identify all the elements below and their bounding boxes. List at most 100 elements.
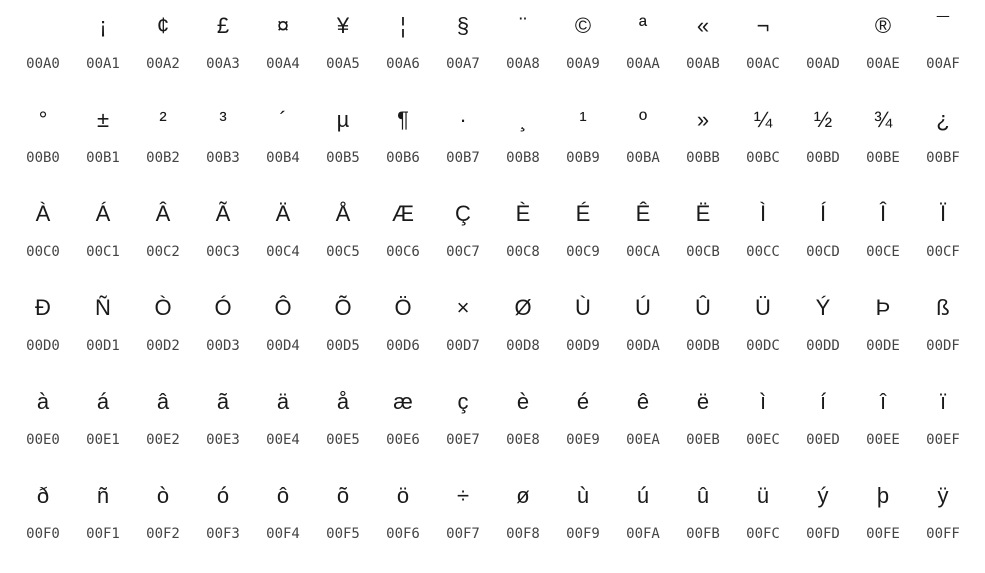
character-cell[interactable]: À 00C0	[13, 188, 73, 282]
character-cell[interactable]: Ù 00D9	[553, 282, 613, 376]
character-cell[interactable]: ã 00E3	[193, 376, 253, 470]
character-cell[interactable]: ü 00FC	[733, 470, 793, 564]
character-cell[interactable]: · 00B7	[433, 94, 493, 188]
character-cell[interactable]: £00A3	[193, 0, 253, 94]
character-cell[interactable]: è 00E8	[493, 376, 553, 470]
character-cell[interactable]: ¦ 00A6	[373, 0, 433, 94]
character-cell[interactable]: ÷ 00F7	[433, 470, 493, 564]
character-cell[interactable]: ª 00AA	[613, 0, 673, 94]
character-cell[interactable]: ë 00EB	[673, 376, 733, 470]
character-cell[interactable]: ´ 00B4	[253, 94, 313, 188]
character-cell[interactable]: õ 00F5	[313, 470, 373, 564]
character-cell[interactable]: Ð 00D0	[13, 282, 73, 376]
character-cell[interactable]: Ú 00DA	[613, 282, 673, 376]
character-cell[interactable]: Ç 00C7	[433, 188, 493, 282]
character-glyph: Á	[95, 201, 111, 226]
character-cell[interactable]: ð 00F0	[13, 470, 73, 564]
character-cell[interactable]: ó 00F3	[193, 470, 253, 564]
character-cell[interactable]: ô 00F4	[253, 470, 313, 564]
character-cell[interactable]: î 00EE	[853, 376, 913, 470]
character-cell[interactable]: Ì 00CC	[733, 188, 793, 282]
character-cell[interactable]: Ñ 00D1	[73, 282, 133, 376]
character-cell[interactable]: Ò 00D2	[133, 282, 193, 376]
character-cell[interactable]: ¥00A5	[313, 0, 373, 94]
character-cell[interactable]: Ä 00C4	[253, 188, 313, 282]
character-cell[interactable]: ¼ 00BC	[733, 94, 793, 188]
character-cell[interactable]: ° 00B0	[13, 94, 73, 188]
character-cell[interactable]: È 00C8	[493, 188, 553, 282]
character-cell[interactable]: Ï 00CF	[913, 188, 973, 282]
character-cell[interactable]: ò 00F2	[133, 470, 193, 564]
character-cell[interactable]: µ 00B5	[313, 94, 373, 188]
character-cell[interactable]: ñ 00F1	[73, 470, 133, 564]
character-cell[interactable]: ì 00EC	[733, 376, 793, 470]
character-cell[interactable]: Å 00C5	[313, 188, 373, 282]
character-cell[interactable]: É 00C9	[553, 188, 613, 282]
character-cell[interactable]: ¬ 00AC	[733, 0, 793, 94]
character-cell[interactable]: Ý 00DD	[793, 282, 853, 376]
character-cell[interactable]: Ö 00D6	[373, 282, 433, 376]
character-cell[interactable]: © 00A9	[553, 0, 613, 94]
character-cell[interactable]: Õ 00D5	[313, 282, 373, 376]
character-cell[interactable]: Þ 00DE	[853, 282, 913, 376]
character-cell[interactable]: Â 00C2	[133, 188, 193, 282]
character-cell[interactable]: ö 00F6	[373, 470, 433, 564]
character-cell[interactable]: ¯ 00AF	[913, 0, 973, 94]
character-cell[interactable]: ½ 00BD	[793, 94, 853, 188]
character-cell[interactable]: 00A0	[13, 0, 73, 94]
character-cell[interactable]: ÿ 00FF	[913, 470, 973, 564]
character-cell[interactable]: â 00E2	[133, 376, 193, 470]
character-cell[interactable]: ³ 00B3	[193, 94, 253, 188]
character-cell[interactable]: Ô 00D4	[253, 282, 313, 376]
character-cell[interactable]: ¹ 00B9	[553, 94, 613, 188]
character-cell[interactable]: Ë 00CB	[673, 188, 733, 282]
character-cell[interactable]: ç 00E7	[433, 376, 493, 470]
character-cell[interactable]: Í 00CD	[793, 188, 853, 282]
character-cell[interactable]: í 00ED	[793, 376, 853, 470]
character-cell[interactable]: æ 00E6	[373, 376, 433, 470]
character-cell[interactable]: 00AD	[793, 0, 853, 94]
character-cell[interactable]: ê 00EA	[613, 376, 673, 470]
character-cell[interactable]: ¿ 00BF	[913, 94, 973, 188]
character-cell[interactable]: ù 00F9	[553, 470, 613, 564]
character-cell[interactable]: û 00FB	[673, 470, 733, 564]
character-cell[interactable]: » 00BB	[673, 94, 733, 188]
character-cell[interactable]: ï 00EF	[913, 376, 973, 470]
character-cell[interactable]: Û 00DB	[673, 282, 733, 376]
character-cell[interactable]: × 00D7	[433, 282, 493, 376]
character-cell[interactable]: à 00E0	[13, 376, 73, 470]
character-cell[interactable]: « 00AB	[673, 0, 733, 94]
character-cell[interactable]: ¡ 00A1	[73, 0, 133, 94]
character-glyph: ï	[939, 389, 947, 414]
character-cell[interactable]: ¢ 00A2	[133, 0, 193, 94]
character-cell[interactable]: ® 00AE	[853, 0, 913, 94]
character-cell[interactable]: ¨ 00A8	[493, 0, 553, 94]
character-cell[interactable]: Ü 00DC	[733, 282, 793, 376]
character-cell[interactable]: º 00BA	[613, 94, 673, 188]
character-cell[interactable]: ¶ 00B6	[373, 94, 433, 188]
character-cell[interactable]: § 00A7	[433, 0, 493, 94]
character-cell[interactable]: þ 00FE	[853, 470, 913, 564]
character-cell[interactable]: Ã 00C3	[193, 188, 253, 282]
character-cell[interactable]: ±00B1	[73, 94, 133, 188]
character-cell[interactable]: Î 00CE	[853, 188, 913, 282]
code-point-label: 00B3	[206, 150, 240, 166]
character-glyph: ¼	[753, 107, 773, 132]
character-cell[interactable]: ¤ 00A4	[253, 0, 313, 94]
character-cell[interactable]: ¸ 00B8	[493, 94, 553, 188]
character-cell[interactable]: ý 00FD	[793, 470, 853, 564]
character-cell[interactable]: Ø 00D8	[493, 282, 553, 376]
character-cell[interactable]: Ê 00CA	[613, 188, 673, 282]
character-cell[interactable]: é 00E9	[553, 376, 613, 470]
character-cell[interactable]: å 00E5	[313, 376, 373, 470]
character-cell[interactable]: ú 00FA	[613, 470, 673, 564]
character-cell[interactable]: á 00E1	[73, 376, 133, 470]
character-cell[interactable]: Á 00C1	[73, 188, 133, 282]
character-cell[interactable]: Ó 00D3	[193, 282, 253, 376]
character-cell[interactable]: ¾ 00BE	[853, 94, 913, 188]
character-cell[interactable]: ² 00B2	[133, 94, 193, 188]
character-cell[interactable]: ø 00F8	[493, 470, 553, 564]
character-cell[interactable]: Æ 00C6	[373, 188, 433, 282]
character-cell[interactable]: ß 00DF	[913, 282, 973, 376]
character-cell[interactable]: ä 00E4	[253, 376, 313, 470]
